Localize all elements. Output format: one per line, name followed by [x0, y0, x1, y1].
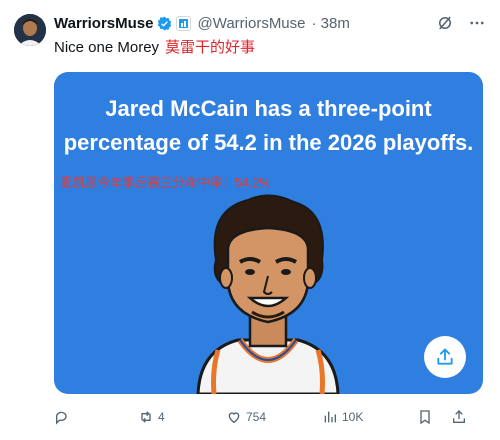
author-name[interactable]: WarriorsMuse: [54, 15, 153, 32]
repost-button[interactable]: 4: [138, 409, 226, 425]
post-text-en: Nice one Morey: [54, 39, 160, 56]
player-illustration: [196, 194, 340, 394]
affiliate-icon[interactable]: [176, 15, 192, 31]
card-caption-cn: 麦凯恩今年季后赛三分命中率：54.2%: [60, 176, 271, 190]
share-button[interactable]: [424, 336, 466, 378]
post-time[interactable]: · 38m: [312, 15, 350, 32]
views-count: 10K: [342, 410, 364, 424]
reply-button[interactable]: [54, 409, 138, 425]
media-card[interactable]: Jared McCain has a three-point percentag…: [54, 72, 483, 394]
post-text: Nice one Morey 莫雷干的好事: [54, 36, 255, 57]
views-button[interactable]: 10K: [322, 409, 417, 425]
grok-icon[interactable]: [436, 14, 454, 32]
upload-button[interactable]: [451, 409, 467, 425]
like-button[interactable]: 754: [226, 409, 322, 425]
views-icon: [324, 411, 336, 423]
reply-icon: [56, 411, 67, 425]
post-text-cn: 莫雷干的好事: [165, 39, 256, 56]
action-bar: 4 754 10K: [54, 406, 483, 428]
upload-icon: [453, 410, 465, 423]
repost-count: 4: [158, 410, 165, 424]
bookmark-button[interactable]: [417, 409, 451, 425]
bookmark-icon: [420, 410, 430, 425]
avatar[interactable]: [14, 14, 46, 46]
share-icon: [437, 348, 453, 365]
post-header: WarriorsMuse @WarriorsMuse · 38m: [54, 12, 486, 34]
author-handle[interactable]: @WarriorsMuse: [197, 15, 305, 32]
card-headline-line1: Jared McCain has a three-point: [105, 96, 432, 121]
like-icon: [228, 412, 240, 424]
verified-icon: [158, 16, 172, 30]
more-icon[interactable]: [468, 14, 486, 32]
card-headline: Jared McCain has a three-point percentag…: [54, 92, 483, 160]
like-count: 754: [246, 410, 267, 424]
repost-icon: [141, 411, 151, 423]
card-headline-line2: percentage of 54.2 in the 2026 playoffs.: [63, 130, 474, 155]
